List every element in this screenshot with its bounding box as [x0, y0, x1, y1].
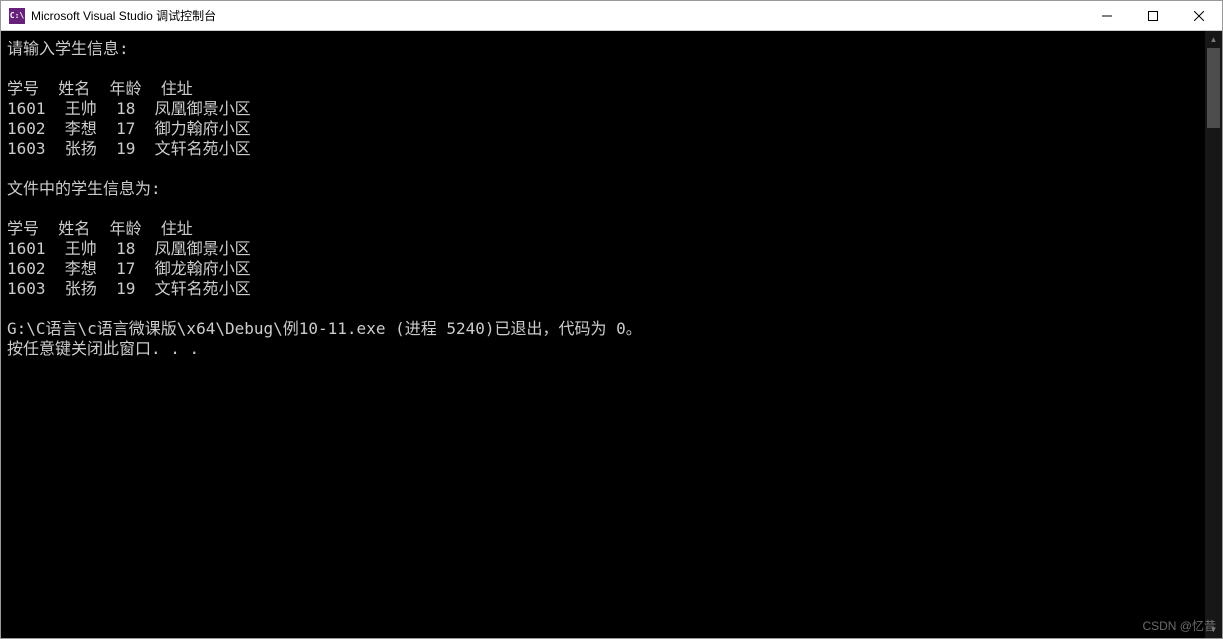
console-line: 1603 张扬 19 文轩名苑小区 [7, 279, 251, 298]
close-icon [1194, 11, 1204, 21]
console-output: 请输入学生信息: 学号 姓名 年龄 住址 1601 王帅 18 凤凰御景小区 1… [1, 31, 1222, 367]
maximize-button[interactable] [1130, 1, 1176, 30]
console-line: 1602 李想 17 御力翰府小区 [7, 119, 251, 138]
minimize-icon [1102, 11, 1112, 21]
scroll-up-arrow-icon[interactable]: ▲ [1205, 31, 1222, 48]
console-line: 1603 张扬 19 文轩名苑小区 [7, 139, 251, 158]
console-line: G:\C语言\c语言微课版\x64\Debug\例10-11.exe (进程 5… [7, 319, 642, 338]
vertical-scrollbar[interactable]: ▲ ▼ [1205, 31, 1222, 638]
maximize-icon [1148, 11, 1158, 21]
console-window: C:\ Microsoft Visual Studio 调试控制台 请输入学生信… [0, 0, 1223, 639]
console-line: 1602 李想 17 御龙翰府小区 [7, 259, 251, 278]
console-line: 学号 姓名 年龄 住址 [7, 79, 193, 98]
console-line: 1601 王帅 18 凤凰御景小区 [7, 239, 251, 258]
window-controls [1084, 1, 1222, 30]
console-line: 学号 姓名 年龄 住址 [7, 219, 193, 238]
scrollbar-thumb[interactable] [1207, 48, 1220, 128]
console-area[interactable]: 请输入学生信息: 学号 姓名 年龄 住址 1601 王帅 18 凤凰御景小区 1… [1, 31, 1222, 638]
window-title: Microsoft Visual Studio 调试控制台 [31, 7, 1084, 24]
console-line: 文件中的学生信息为: [7, 179, 161, 198]
console-line: 1601 王帅 18 凤凰御景小区 [7, 99, 251, 118]
titlebar[interactable]: C:\ Microsoft Visual Studio 调试控制台 [1, 1, 1222, 31]
console-line: 请输入学生信息: [7, 39, 129, 58]
minimize-button[interactable] [1084, 1, 1130, 30]
watermark-text: CSDN @忆昔 [1142, 617, 1216, 634]
close-button[interactable] [1176, 1, 1222, 30]
app-icon: C:\ [9, 8, 25, 24]
console-line: 按任意键关闭此窗口. . . [7, 339, 199, 358]
